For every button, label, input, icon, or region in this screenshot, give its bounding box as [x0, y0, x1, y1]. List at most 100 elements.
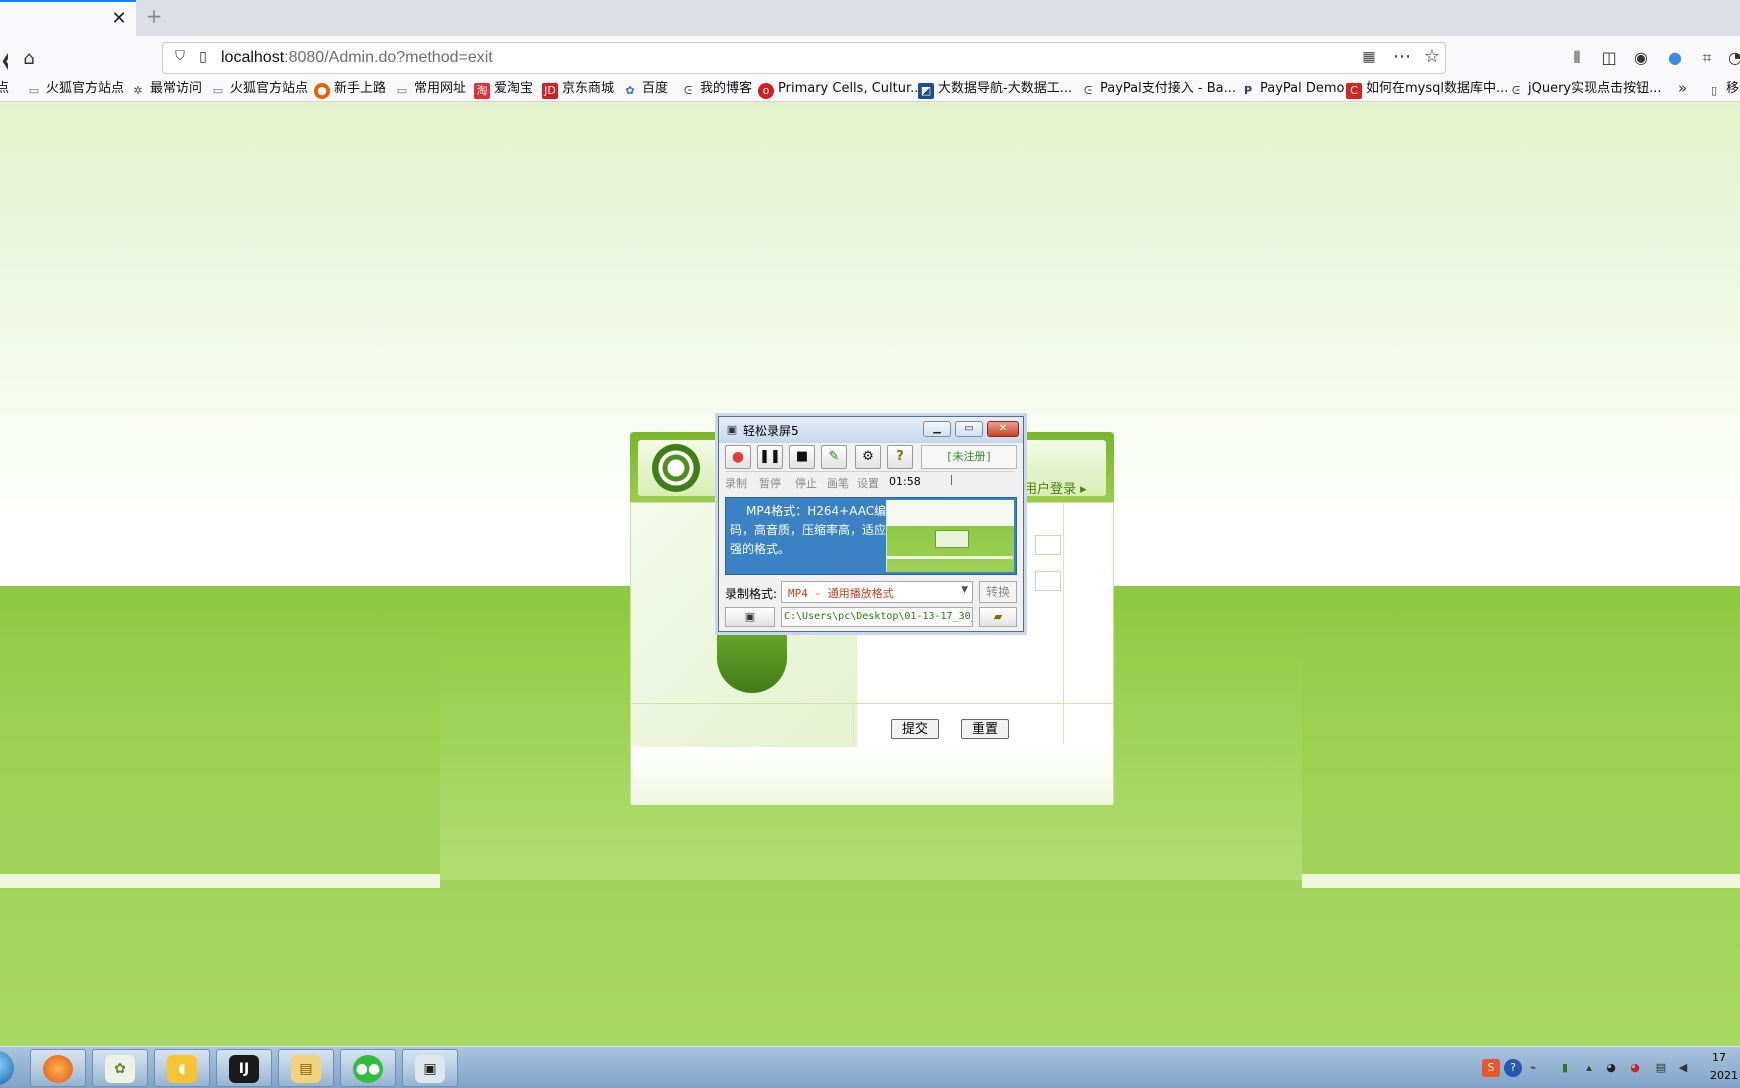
qr-code-icon[interactable]: ▦: [1360, 49, 1378, 67]
format-label: 录制格式:: [725, 587, 778, 601]
open-folder-icon[interactable]: ▰: [979, 607, 1017, 627]
shield-icon[interactable]: ⛉: [171, 49, 189, 67]
address-bar[interactable]: ⛉ ▯ localhost:8080/Admin.do?method=exit …: [162, 42, 1446, 74]
taskbar-wechat[interactable]: ●●: [340, 1049, 396, 1087]
jd-icon: JD: [542, 83, 558, 99]
bookmark-item[interactable]: ᕮ 我的博客: [680, 79, 752, 99]
volume-icon[interactable]: ◀: [1674, 1059, 1692, 1077]
bookmark-label: 火狐官方站点: [230, 81, 309, 96]
input-settings-icon[interactable]: ⌁: [1524, 1059, 1542, 1077]
firefox-icon: [43, 1055, 73, 1083]
globe-icon[interactable]: ●: [1664, 48, 1686, 70]
maximize-button[interactable]: ▭: [955, 421, 983, 437]
bookmark-item[interactable]: ▭ 火狐官方站点: [210, 79, 308, 99]
chevron-down-icon: ▼: [961, 585, 968, 595]
url-path: :8080/Admin.do?method=exit: [284, 49, 493, 66]
format-description: MP4格式：H264+AAC编码，高音质，压缩率高，适应性强的格式。: [730, 504, 899, 556]
close-tab-icon[interactable]: ✕: [108, 8, 130, 30]
help-button[interactable]: ?: [887, 445, 913, 469]
bookmark-label: 爱淘宝: [494, 81, 534, 96]
bookmarks-overflow-icon[interactable]: »: [1678, 79, 1687, 97]
record-button[interactable]: ●: [725, 445, 751, 469]
bookmark-item[interactable]: ᕮ PayPal支付接入 - Ba...: [1080, 79, 1236, 99]
bookmark-label: 常用网址: [414, 81, 467, 96]
bookmark-item[interactable]: ▭ 火狐官方站点: [26, 79, 124, 99]
taskbar: ✿ ◖ IJ ▤ ●● ▣ S ? ⌁ ▮ ▴ ◕ ◕ ▤ ◀ 17 2021: [0, 1046, 1740, 1088]
pause-button[interactable]: ❚❚: [757, 445, 783, 469]
chat-icon[interactable]: ◔: [1724, 48, 1740, 70]
close-window-button[interactable]: ✕: [987, 421, 1019, 437]
bookmark-label: 如何在mysql数据库中...: [1366, 81, 1509, 96]
library-icon[interactable]: ⫴: [1566, 48, 1588, 70]
more-icon[interactable]: ⋯: [1391, 46, 1413, 68]
taskbar-intellij[interactable]: IJ: [216, 1049, 272, 1087]
new-tab-icon[interactable]: +: [142, 4, 166, 28]
clock-time[interactable]: 17: [1712, 1051, 1726, 1064]
bookmark-item[interactable]: C 如何在mysql数据库中...: [1346, 79, 1508, 99]
home-icon[interactable]: ⌂: [18, 48, 40, 70]
taskbar-file-explorer[interactable]: ▤: [278, 1049, 334, 1087]
url-text[interactable]: localhost:8080/Admin.do?method=exit: [221, 49, 493, 67]
bookmark-item[interactable]: ● 新手上路: [314, 79, 386, 99]
account-icon[interactable]: ◉: [1630, 48, 1652, 70]
preview-thumbnail: [935, 530, 969, 548]
bookmark-item[interactable]: ▭ 常用网址: [394, 79, 466, 99]
network-icon[interactable]: ▤: [1652, 1059, 1670, 1077]
sidebar-icon[interactable]: ◫: [1598, 48, 1620, 70]
back-icon[interactable]: ❮: [0, 50, 8, 70]
submit-button[interactable]: 提交: [891, 719, 940, 739]
bookmark-label: 大数据导航-大数据工...: [938, 81, 1073, 96]
save-path-field[interactable]: C:\Users\pc\Desktop\01-13-17_30_: [781, 607, 973, 627]
format-value: MP4 - 通用播放格式: [788, 587, 894, 600]
bookmark-item[interactable]: JD 京东商城: [542, 79, 614, 99]
bookmark-item[interactable]: o Primary Cells, Cultur...: [758, 79, 923, 99]
start-button[interactable]: [0, 1051, 14, 1085]
csdn-icon: C: [1346, 83, 1362, 99]
username-field[interactable]: [1035, 535, 1061, 555]
clock-date[interactable]: 2021: [1710, 1069, 1738, 1082]
bookmark-label: 火狐官方站点: [46, 81, 125, 96]
pen-button[interactable]: ✎: [821, 445, 847, 469]
format-select[interactable]: MP4 - 通用播放格式 ▼: [781, 581, 973, 603]
taskbar-screen-recorder[interactable]: ▣: [402, 1049, 458, 1087]
file-explorer-icon: ▤: [291, 1055, 321, 1083]
screenshot-icon[interactable]: ⌗: [1696, 48, 1718, 70]
bookmark-label: 新手上路: [334, 81, 387, 96]
convert-button[interactable]: 转换: [979, 581, 1017, 603]
recorder-titlebar[interactable]: ▣ 轻松录屏5 ▁ ▭ ✕: [719, 417, 1023, 443]
taskbar-photo-viewer[interactable]: ✿: [92, 1049, 148, 1087]
firefox-icon: ●: [314, 83, 330, 99]
intellij-icon: IJ: [229, 1055, 259, 1083]
settings-button[interactable]: ⚙: [855, 445, 881, 469]
recording-timer: 01:58: [889, 475, 921, 488]
save-disk-icon[interactable]: ▣: [725, 607, 775, 627]
decorative-stripe: [1302, 874, 1740, 888]
bookmark-item[interactable]: ᕮ jQuery实现点击按钮...: [1508, 79, 1662, 99]
active-tab[interactable]: ✕: [0, 0, 136, 36]
qq-icon[interactable]: ◕: [1602, 1059, 1620, 1077]
taskbar-yellow-app[interactable]: ◖: [154, 1049, 210, 1087]
bookmark-label: 点: [0, 81, 9, 96]
bookmark-item[interactable]: P PayPal Demo: [1240, 79, 1345, 99]
stop-button[interactable]: ■: [789, 445, 815, 469]
qq-alert-icon[interactable]: ◕: [1626, 1059, 1644, 1077]
show-hidden-icons-icon[interactable]: ▴: [1580, 1059, 1598, 1077]
recorder-app-icon: ▣: [726, 423, 738, 436]
bookmark-item[interactable]: ✿ 百度: [622, 79, 668, 99]
password-field[interactable]: [1035, 571, 1061, 591]
taskbar-firefox[interactable]: [30, 1049, 86, 1087]
divider: [853, 703, 854, 743]
record-label: 录制: [725, 477, 747, 490]
bookmark-item[interactable]: ◩ 大数据导航-大数据工...: [918, 79, 1072, 99]
minimize-button[interactable]: ▁: [923, 421, 951, 437]
bookmark-item[interactable]: 点: [0, 79, 9, 99]
bookmark-item[interactable]: ✲ 最常访问: [130, 79, 202, 99]
sogou-input-icon[interactable]: S: [1482, 1059, 1500, 1077]
bookmark-item[interactable]: ▯ 移动: [1706, 79, 1740, 99]
help-icon[interactable]: ?: [1504, 1059, 1522, 1077]
reset-button[interactable]: 重置: [961, 719, 1010, 739]
bookmark-star-icon[interactable]: ☆: [1421, 46, 1443, 68]
chart-site-icon: ◩: [918, 83, 934, 99]
battery-icon[interactable]: ▮: [1556, 1059, 1574, 1077]
bookmark-item[interactable]: 淘爱淘宝: [474, 79, 533, 99]
